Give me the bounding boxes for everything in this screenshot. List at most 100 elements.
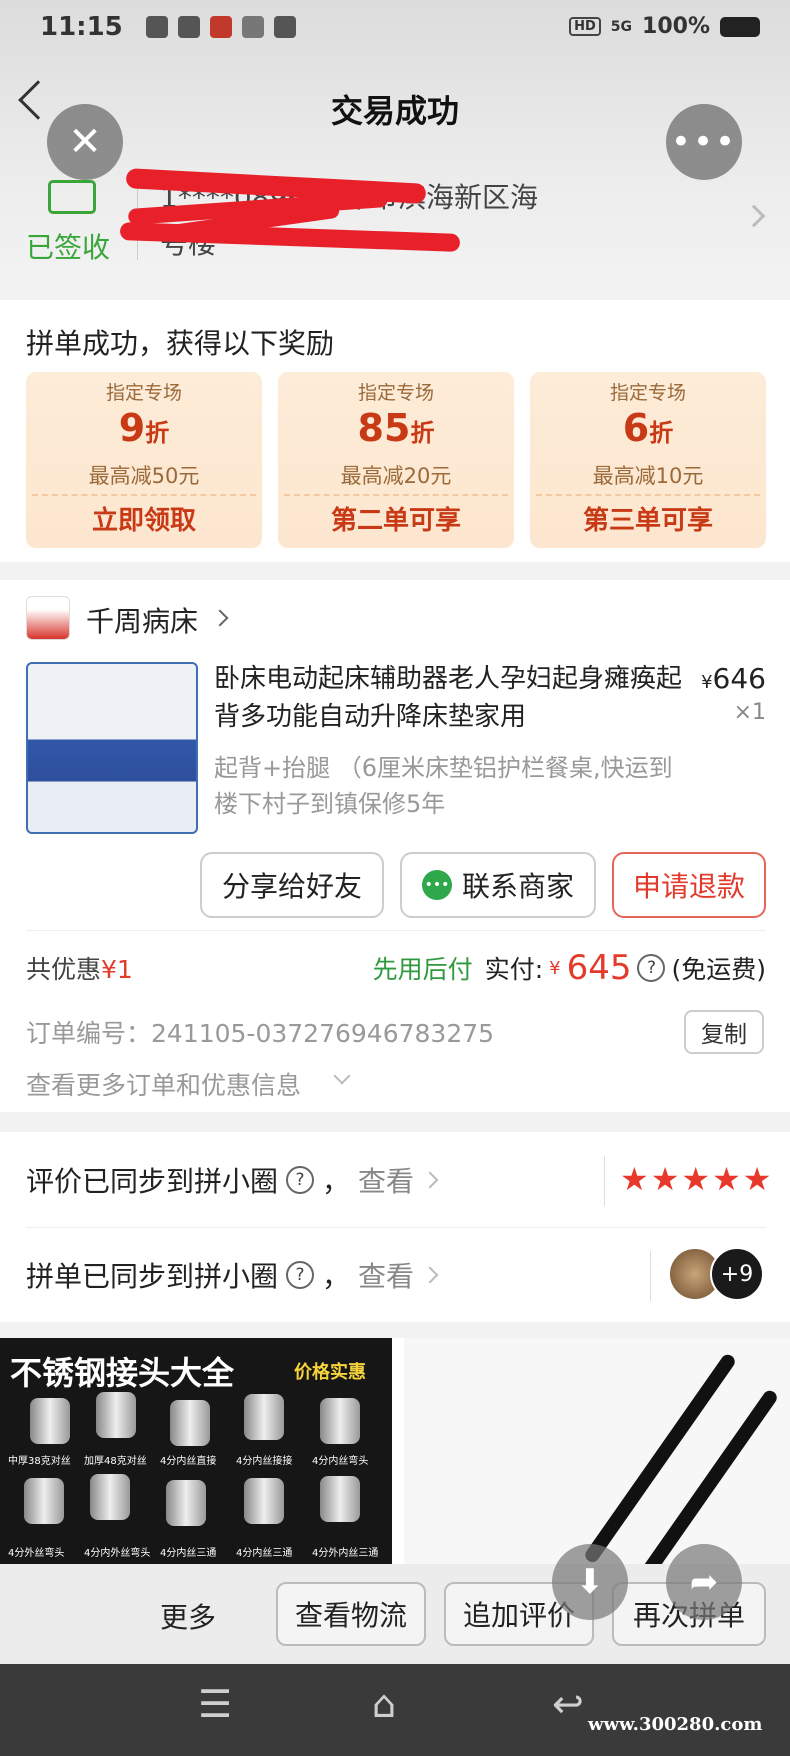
divider [604,1156,605,1206]
system-nav-bar: ☰ ⌂ ↩ www.300280.com [0,1664,790,1756]
fitting-image [320,1398,360,1444]
home-icon[interactable]: ⌂ [372,1682,396,1726]
coupon-tag: 指定专场 [609,382,686,404]
coupon-tag: 指定专场 [105,382,182,404]
fitting-label: 4分内丝三通 [236,1548,293,1559]
menu-icon[interactable]: ☰ [198,1682,232,1726]
copy-button[interactable]: 复制 [684,1010,764,1054]
rec-title: 不锈钢接头大全 [10,1354,235,1392]
close-button[interactable]: ✕ [47,104,123,180]
fitting-image [244,1478,284,1524]
view-link[interactable]: 查看 [358,1255,414,1295]
divider [26,930,766,931]
shopping-notification-icon [210,16,232,38]
truck-icon [48,180,96,214]
fitting-label: 4分外丝弯头 [8,1548,65,1559]
coupon-discount: 6折 [622,406,674,450]
fitting-label: 4分内丝弯头 [312,1456,369,1467]
help-icon[interactable]: ? [637,954,666,982]
back-icon[interactable]: ↩ [552,1682,584,1726]
coupon-action[interactable]: 第二单可享 [284,494,508,540]
close-icon: ✕ [68,119,102,165]
chevron-down-icon[interactable] [333,1067,351,1085]
chevron-right-icon [421,1266,439,1284]
app-notification-icon [178,16,200,38]
fitting-image [170,1400,210,1446]
rewards-title: 拼单成功，获得以下奖励 [26,327,335,360]
share-button[interactable]: 分享给好友 [200,852,384,918]
view-logistics-button[interactable]: 查看物流 [276,1582,426,1646]
fitting-label: 4分内丝三通 [160,1548,217,1559]
status-right: HD 5G 100% [569,14,760,39]
view-link[interactable]: 查看 [358,1160,414,1200]
chat-icon: ••• [421,870,452,900]
help-icon[interactable]: ? [286,1166,315,1194]
rec-tag: 价格实惠 [294,1362,366,1383]
claim-coupon-button[interactable]: 立即领取 [32,494,256,540]
header-area: 11:15 HD 5G 100% 交易成功 ✕ ••• 已签收 1****089… [0,0,790,290]
group-sync-row[interactable]: 拼单已同步到拼小圈 ? ， 查看 +9 [0,1227,790,1322]
battery-icon [720,16,760,37]
coupon-discount: 85折 [357,406,435,450]
coupon-discount: 9折 [118,406,170,450]
status-time: 11:15 [40,12,123,42]
fitting-image [244,1394,284,1440]
fitting-image [96,1392,136,1438]
shop-logo[interactable] [26,596,70,640]
review-sync-label: 评价已同步到拼小圈 ? ， 查看 [26,1160,439,1200]
sync-section: 评价已同步到拼小圈 ? ， 查看 ★★★★★ 拼单已同步到拼小圈 ? ， 查看 … [0,1132,790,1322]
coupon-action[interactable]: 第三单可享 [536,494,760,540]
rating-stars-icon: ★★★★★ [620,1160,774,1198]
chevron-right-icon[interactable] [742,204,766,228]
coupon-card[interactable]: 指定专场 85折 最高减20元 第二单可享 [278,372,514,548]
share-icon: ➦ [689,1562,719,1602]
hd-icon: HD [569,17,601,36]
product-image[interactable] [26,662,198,834]
fitting-label: 4分内丝直接 [160,1456,217,1467]
refund-button[interactable]: 申请退款 [612,852,766,918]
participant-avatars[interactable]: +9 [668,1247,764,1301]
signal-icon: 5G [610,18,633,35]
shipping-note: (免运费) [671,955,766,984]
coupon-card[interactable]: 指定专场 9折 最高减50元 立即领取 [26,372,262,548]
share-float-button[interactable]: ➦ [666,1544,742,1620]
help-icon[interactable]: ? [286,1261,315,1289]
more-options-button[interactable]: ••• [666,104,742,180]
more-button[interactable]: 更多 [160,1596,216,1636]
fitting-image [320,1476,360,1522]
divider [650,1251,651,1301]
pay-later-label: 先用后付 [372,955,473,984]
recommended-product-card[interactable]: 不锈钢接头大全 价格实惠 中厚38克对丝 加厚48克对丝 4分内丝直接 4分内丝… [0,1338,392,1564]
coupon-tag: 指定专场 [357,382,434,404]
notification-icon [146,16,168,38]
fitting-label: 4分外内丝三通 [312,1548,379,1559]
weibo-icon [242,16,264,38]
product-title[interactable]: 卧床电动起床辅助器老人孕妇起身瘫痪起背多功能自动升降床垫家用 [214,660,684,736]
currency-symbol: ¥ [549,957,561,979]
order-number: 订单编号：241105-037276946783275 [26,1019,495,1048]
fitting-label: 加厚48克对丝 [84,1456,147,1467]
coupon-card[interactable]: 指定专场 6折 最高减10元 第三单可享 [530,372,766,548]
chevron-right-icon [421,1171,439,1189]
contact-seller-button[interactable]: ••• 联系商家 [400,852,596,918]
gas-spring-image [582,1352,738,1565]
recommendations: 不锈钢接头大全 价格实惠 中厚38克对丝 加厚48克对丝 4分内丝直接 4分内丝… [0,1338,790,1601]
contact-seller-label: 联系商家 [461,870,574,903]
fitting-label: 4分内外丝弯头 [84,1548,151,1559]
more-icon: ••• [670,122,738,162]
more-participants-count: +9 [710,1247,764,1301]
product-quantity: ×1 [733,700,766,725]
paid-label: 实付: [484,955,544,984]
fitting-image [90,1474,130,1520]
more-order-info-link[interactable]: 查看更多订单和优惠信息 [26,1066,301,1102]
download-button[interactable]: ⬇ [552,1544,628,1620]
recommended-product-card[interactable] [404,1338,790,1601]
order-product-card: 千周病床 卧床电动起床辅助器老人孕妇起身瘫痪起背多功能自动升降床垫家用 ¥646… [0,580,790,1112]
shop-name[interactable]: 千周病床 [86,600,198,640]
product-price: ¥646 [701,662,766,695]
chevron-right-icon[interactable] [211,609,229,627]
review-sync-row[interactable]: 评价已同步到拼小圈 ? ， 查看 ★★★★★ [0,1132,790,1227]
delivery-status: 已签收 [26,231,111,264]
fitting-image [166,1480,206,1526]
coupon-max: 最高减20元 [340,464,452,488]
